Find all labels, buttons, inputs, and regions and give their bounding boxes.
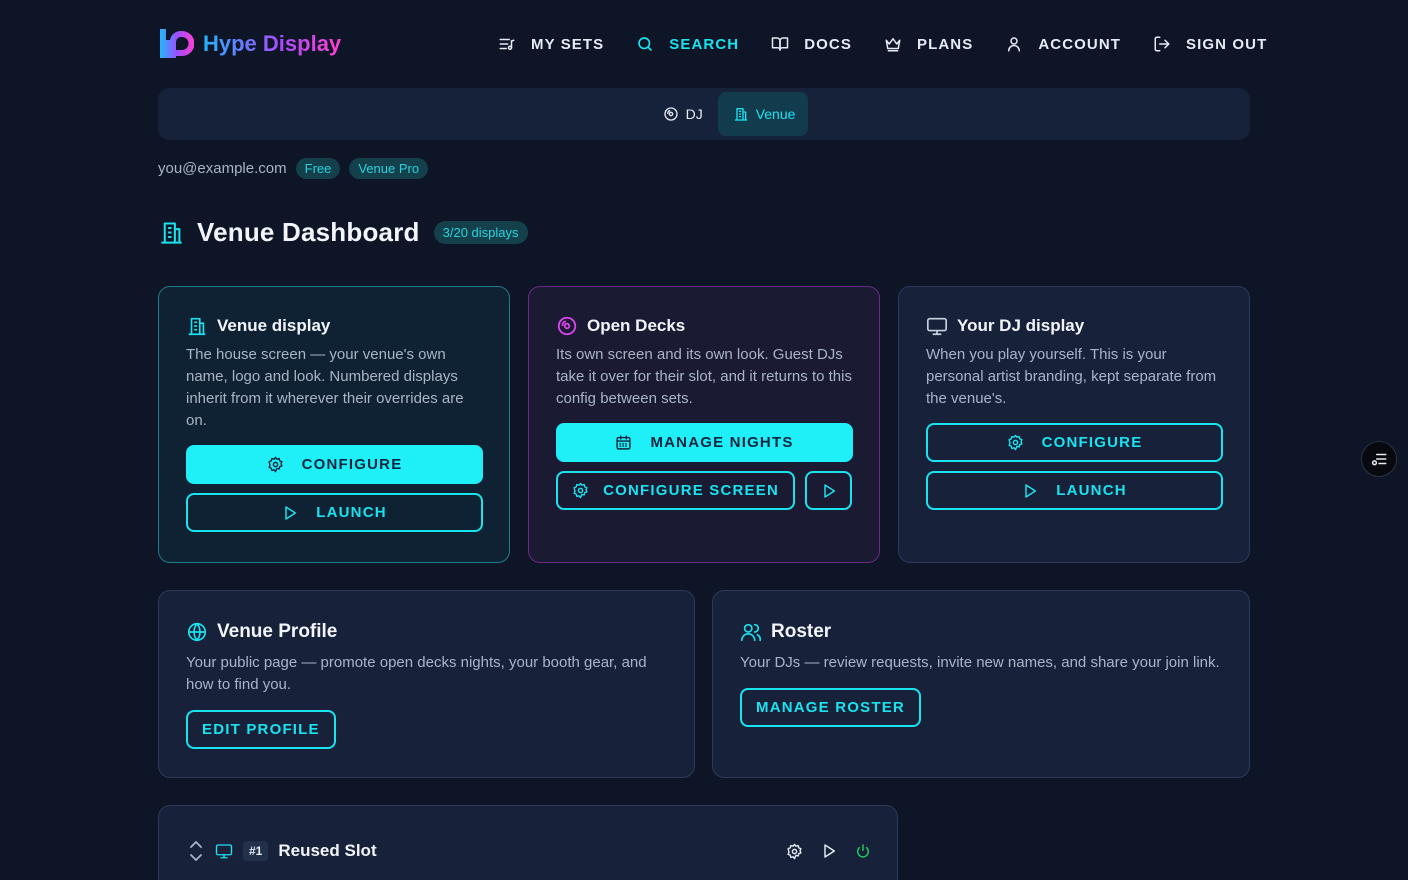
venue-launch-button[interactable]: LAUNCH: [186, 493, 483, 532]
configure-screen-label: CONFIGURE SCREEN: [603, 482, 780, 499]
card-title: Open Decks: [587, 316, 686, 335]
play-icon: [282, 505, 298, 521]
nav-search-label: SEARCH: [669, 35, 740, 53]
play-icon: [1022, 483, 1038, 499]
main-nav: MY SETS SEARCH DOCS PLANS ACCOUNT SIGN O…: [498, 30, 1267, 58]
tier-badge: Venue Pro: [349, 158, 429, 179]
open-decks-card: Open Decks Its own screen and its own lo…: [528, 286, 880, 563]
dj-configure-label: CONFIGURE: [1041, 434, 1143, 451]
mode-dj-button[interactable]: DJ: [648, 92, 716, 136]
building-icon: [186, 315, 208, 337]
venue-configure-button[interactable]: CONFIGURE: [186, 445, 483, 484]
manage-nights-label: MANAGE NIGHTS: [650, 434, 794, 451]
power-icon[interactable]: [855, 843, 871, 859]
monitor-icon: [926, 315, 948, 337]
card-title: Your DJ display: [957, 316, 1085, 335]
nav-sign-out-label: SIGN OUT: [1186, 35, 1268, 53]
users-icon: [740, 621, 762, 643]
gear-icon[interactable]: [786, 843, 803, 860]
slot-number: #1: [243, 841, 269, 861]
dj-configure-button[interactable]: CONFIGURE: [926, 423, 1223, 462]
play-icon: [821, 483, 837, 499]
page-header: Venue Dashboard 3/20 displays: [158, 217, 528, 248]
nav-my-sets-label: MY SETS: [531, 35, 605, 53]
card-description: Your public page — promote open decks ni…: [186, 654, 647, 693]
calendar-icon: [615, 434, 632, 451]
sign-out-icon: [1153, 35, 1171, 53]
user-icon: [1005, 35, 1023, 53]
building-icon: [158, 219, 185, 246]
mode-toggle: DJ Venue: [158, 88, 1250, 140]
card-title: Venue Profile: [217, 621, 338, 642]
search-icon: [636, 35, 654, 53]
nav-docs[interactable]: DOCS: [771, 35, 852, 53]
card-description: When you play yourself. This is your per…: [926, 346, 1217, 407]
decks-launch-button[interactable]: [805, 471, 852, 510]
vinyl-icon: [556, 315, 578, 337]
gear-icon: [267, 456, 284, 473]
brand-name: Hype Display: [203, 31, 342, 56]
mode-venue-label: Venue: [755, 106, 796, 122]
venue-display-card: Venue display The house screen — your ve…: [158, 286, 510, 563]
logo-mark-icon: [158, 27, 194, 61]
slot-name: Reused Slot: [278, 841, 377, 860]
card-title: Roster: [771, 621, 832, 642]
edit-profile-button[interactable]: EDIT PROFILE: [186, 710, 336, 749]
mode-dj-label: DJ: [685, 106, 703, 122]
list-music-icon: [498, 35, 516, 53]
nav-my-sets[interactable]: MY SETS: [498, 35, 604, 53]
brand-logo[interactable]: Hype Display: [158, 27, 341, 61]
playlist-icon: [1370, 450, 1388, 468]
globe-icon: [186, 621, 208, 643]
nav-search[interactable]: SEARCH: [636, 35, 739, 53]
card-description: Its own screen and its own look. Guest D…: [556, 346, 852, 407]
manage-roster-button[interactable]: MANAGE ROSTER: [740, 688, 921, 727]
roster-card: Roster Your DJs — review requests, invit…: [712, 590, 1250, 778]
monitor-icon: [215, 842, 233, 860]
display-slot-card: #1 Reused Slot: [158, 805, 898, 880]
dj-launch-label: LAUNCH: [1056, 482, 1127, 499]
display-count-badge: 3/20 displays: [433, 221, 528, 244]
slot-row: #1 Reused Slot: [189, 840, 871, 862]
building-icon: [733, 106, 749, 122]
page-title: Venue Dashboard: [197, 217, 420, 247]
floating-menu-button[interactable]: [1361, 441, 1397, 477]
configure-screen-button[interactable]: CONFIGURE SCREEN: [556, 471, 796, 510]
nav-account[interactable]: ACCOUNT: [1005, 35, 1121, 53]
account-info: you@example.com Free Venue Pro: [158, 158, 429, 179]
chevron-down-icon[interactable]: [189, 854, 203, 862]
gear-icon: [572, 482, 589, 499]
card-title: Venue display: [217, 316, 331, 335]
nav-docs-label: DOCS: [804, 35, 852, 53]
dj-display-card: Your DJ display When you play yourself. …: [898, 286, 1250, 563]
mode-venue-button[interactable]: Venue: [717, 92, 809, 136]
plan-badge: Free: [295, 158, 341, 179]
nav-sign-out[interactable]: SIGN OUT: [1153, 35, 1267, 53]
venue-configure-label: CONFIGURE: [301, 456, 403, 473]
card-description: Your DJs — review requests, invite new n…: [740, 654, 1220, 671]
gear-icon: [1007, 434, 1024, 451]
chevron-up-icon[interactable]: [189, 840, 203, 848]
manage-nights-button[interactable]: MANAGE NIGHTS: [556, 423, 853, 462]
play-icon[interactable]: [821, 843, 837, 859]
card-description: The house screen — your venue's own name…: [186, 346, 464, 429]
account-email: you@example.com: [158, 160, 287, 177]
book-icon: [771, 35, 789, 53]
crown-icon: [884, 35, 902, 53]
venue-launch-label: LAUNCH: [316, 504, 387, 521]
nav-plans[interactable]: PLANS: [884, 35, 973, 53]
nav-account-label: ACCOUNT: [1038, 35, 1122, 53]
venue-profile-card: Venue Profile Your public page — promote…: [158, 590, 695, 778]
dj-launch-button[interactable]: LAUNCH: [926, 471, 1223, 510]
nav-plans-label: PLANS: [916, 35, 974, 53]
vinyl-icon: [663, 106, 679, 122]
